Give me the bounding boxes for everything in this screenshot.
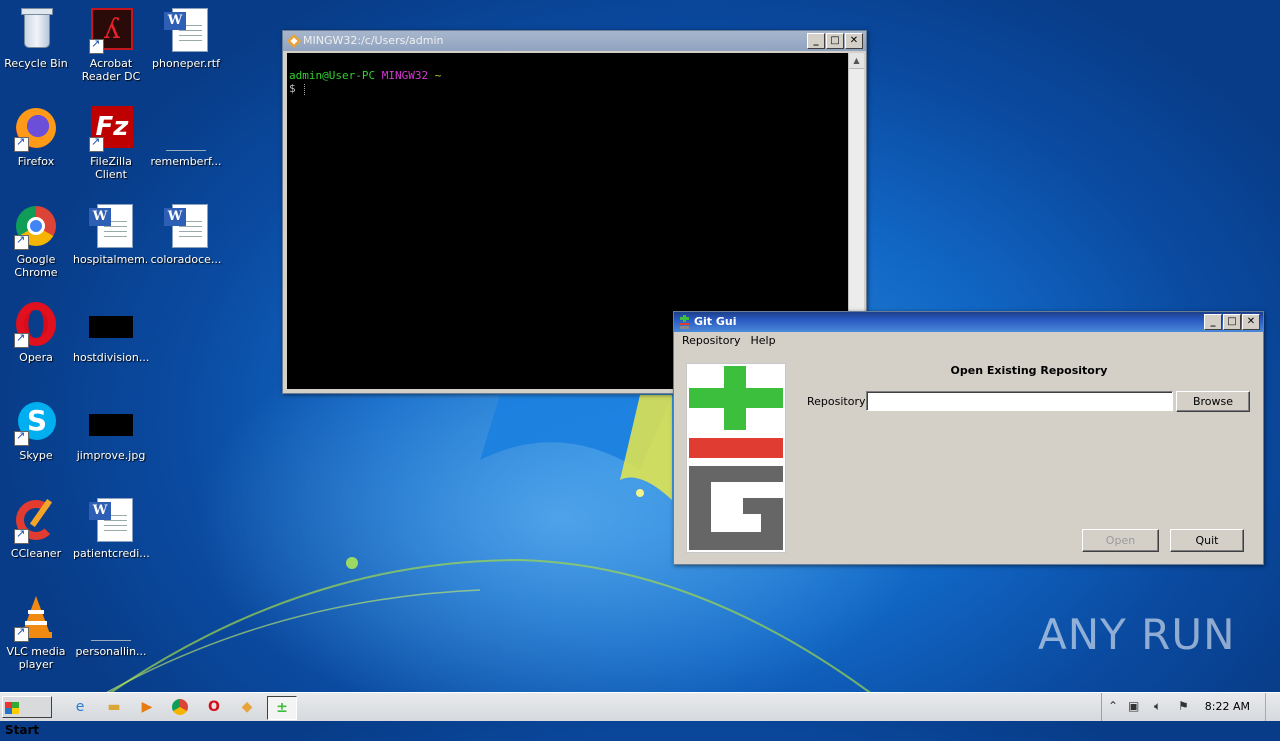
volume-icon[interactable]: 🔈︎ bbox=[1154, 699, 1161, 714]
taskbar-media-player-icon[interactable]: ▶ bbox=[133, 696, 161, 718]
taskbar-git-bash-icon[interactable]: ◆ bbox=[233, 696, 261, 718]
terminal-titlebar[interactable]: MINGW32:/c/Users/admin _ □ ✕ bbox=[283, 31, 866, 51]
git-gui-window[interactable]: Git Gui _ □ ✕ Repository Help Open Exist… bbox=[673, 311, 1264, 565]
menu-repository[interactable]: Repository bbox=[678, 332, 745, 350]
skype-icon: S bbox=[12, 398, 60, 446]
chrome-icon bbox=[12, 202, 60, 250]
desktop-icon-label: phoneper.rtf bbox=[152, 57, 220, 70]
filezilla-icon: Fz bbox=[87, 104, 135, 152]
desktop-icon-label: patientcredi... bbox=[73, 547, 149, 560]
desktop-icon-label: hospitalmem... bbox=[73, 253, 149, 266]
windows-flag-icon bbox=[5, 702, 19, 714]
browse-button[interactable]: Browse bbox=[1176, 391, 1250, 412]
desktop-icon-rememberf[interactable]: rememberf... bbox=[148, 104, 224, 168]
maximize-button[interactable]: □ bbox=[1223, 314, 1241, 330]
desktop-icon-label: Acrobat Reader DC bbox=[81, 57, 141, 83]
desktop-icon-label: FileZilla Client bbox=[90, 155, 132, 181]
open-button[interactable]: Open bbox=[1082, 529, 1159, 552]
taskbar-ie-icon[interactable]: e bbox=[66, 696, 94, 718]
desktop-icon-recycle-bin[interactable]: Recycle Bin bbox=[0, 6, 74, 70]
taskbar-opera-icon[interactable]: O bbox=[200, 696, 228, 718]
firefox-icon bbox=[12, 104, 60, 152]
action-center-flag-icon[interactable]: ⚑ bbox=[1178, 699, 1189, 713]
close-button[interactable]: ✕ bbox=[845, 33, 863, 49]
desktop-icon-ccleaner[interactable]: CCleaner bbox=[0, 496, 74, 560]
start-button[interactable]: Start bbox=[2, 696, 52, 737]
desktop-icon-label: Recycle Bin bbox=[4, 57, 68, 70]
taskbar-explorer-icon[interactable]: ▬ bbox=[100, 696, 128, 718]
tray-expand-icon[interactable]: ⌃ bbox=[1108, 699, 1118, 713]
desktop-icon-label: personallin... bbox=[75, 645, 147, 658]
taskbar: Start e ▬ ▶ O ◆ ± ⌃ ▣ 🔈︎ ⚑ 8:22 AM bbox=[0, 692, 1280, 737]
desktop-icon-label: hostdivision... bbox=[73, 351, 149, 364]
recycle-bin-icon bbox=[12, 6, 60, 54]
desktop-icon-filezilla[interactable]: Fz FileZilla Client bbox=[73, 104, 149, 181]
scroll-up-icon[interactable]: ▲ bbox=[849, 53, 864, 69]
desktop-icon-hostdivision[interactable]: hostdivision... bbox=[73, 300, 149, 364]
repository-input[interactable] bbox=[866, 391, 1173, 411]
terminal-title: MINGW32:/c/Users/admin bbox=[303, 34, 444, 47]
clock[interactable]: 8:22 AM bbox=[1205, 693, 1250, 721]
image-file-icon bbox=[87, 300, 135, 348]
git-gui-menubar: Repository Help bbox=[674, 332, 1263, 350]
minimize-button[interactable]: _ bbox=[1204, 314, 1222, 330]
word-document-icon: W bbox=[87, 202, 135, 250]
taskbar-chrome-icon[interactable] bbox=[166, 696, 194, 718]
show-desktop-button[interactable] bbox=[1265, 693, 1280, 721]
desktop-icon-label: VLC media player bbox=[6, 645, 66, 671]
desktop-icon-google-chrome[interactable]: Google Chrome bbox=[0, 202, 74, 279]
menu-help[interactable]: Help bbox=[747, 332, 780, 350]
desktop-icon-opera[interactable]: Opera bbox=[0, 300, 74, 364]
desktop-icon-hospitalmem[interactable]: W hospitalmem... bbox=[73, 202, 149, 266]
desktop-icon-label: CCleaner bbox=[10, 547, 62, 560]
desktop-icon-acrobat-reader[interactable]: ʎ Acrobat Reader DC bbox=[73, 6, 149, 83]
word-document-icon: W bbox=[162, 202, 210, 250]
minimize-button[interactable]: _ bbox=[807, 33, 825, 49]
file-icon bbox=[87, 594, 135, 642]
ccleaner-icon bbox=[12, 496, 60, 544]
desktop-icon-label: rememberf... bbox=[150, 155, 222, 168]
git-logo bbox=[686, 363, 786, 553]
text-cursor bbox=[303, 83, 306, 95]
desktop-icon-firefox[interactable]: Firefox bbox=[0, 104, 74, 168]
acrobat-icon: ʎ bbox=[87, 6, 135, 54]
desktop-icon-jimprove[interactable]: jimprove.jpg bbox=[73, 398, 149, 462]
anyrun-watermark: ANY RUN bbox=[1038, 610, 1236, 659]
close-button[interactable]: ✕ bbox=[1242, 314, 1260, 330]
desktop-icon-label: Opera bbox=[19, 351, 53, 364]
image-file-icon bbox=[87, 398, 135, 446]
dialog-heading: Open Existing Repository bbox=[950, 364, 1108, 377]
desktop-icon-phoneper[interactable]: W phoneper.rtf bbox=[148, 6, 224, 70]
prompt-env: MINGW32 bbox=[381, 69, 429, 82]
repository-label: Repository: bbox=[807, 395, 869, 408]
desktop-icon-coloradoce[interactable]: W coloradoce... bbox=[148, 202, 224, 266]
desktop-icon-skype[interactable]: S Skype bbox=[0, 398, 74, 462]
word-document-icon: W bbox=[87, 496, 135, 544]
vlc-cone-icon bbox=[12, 594, 60, 642]
opera-icon bbox=[12, 300, 60, 348]
quit-button[interactable]: Quit bbox=[1170, 529, 1244, 552]
desktop-icon-label: coloradoce... bbox=[150, 253, 222, 266]
git-gui-title: Git Gui bbox=[694, 315, 737, 328]
git-logo-graphic bbox=[689, 366, 783, 550]
desktop-icon-label: Firefox bbox=[17, 155, 55, 168]
taskbar-git-gui-icon[interactable]: ± bbox=[267, 696, 297, 720]
maximize-button[interactable]: □ bbox=[826, 33, 844, 49]
desktop-icon-vlc[interactable]: VLC media player bbox=[0, 594, 74, 671]
file-icon bbox=[162, 104, 210, 152]
prompt-symbol: $ bbox=[289, 82, 296, 95]
desktop-icon-label: Google Chrome bbox=[14, 253, 58, 279]
network-icon[interactable]: ▣ bbox=[1128, 699, 1139, 713]
system-tray: ⌃ ▣ 🔈︎ ⚑ 8:22 AM bbox=[1101, 693, 1280, 721]
desktop-icon-patientcredi[interactable]: W patientcredi... bbox=[73, 496, 149, 560]
word-document-icon: W bbox=[162, 6, 210, 54]
desktop-icon-label: jimprove.jpg bbox=[76, 449, 146, 462]
git-gui-titlebar[interactable]: Git Gui _ □ ✕ bbox=[674, 312, 1263, 332]
desktop-icon-label: Skype bbox=[19, 449, 53, 462]
git-bash-icon bbox=[287, 34, 301, 48]
desktop-icon-personallin[interactable]: personallin... bbox=[73, 594, 149, 658]
prompt-user: admin@User-PC bbox=[289, 69, 376, 82]
git-gui-icon bbox=[680, 315, 689, 329]
prompt-path: ~ bbox=[434, 69, 442, 82]
